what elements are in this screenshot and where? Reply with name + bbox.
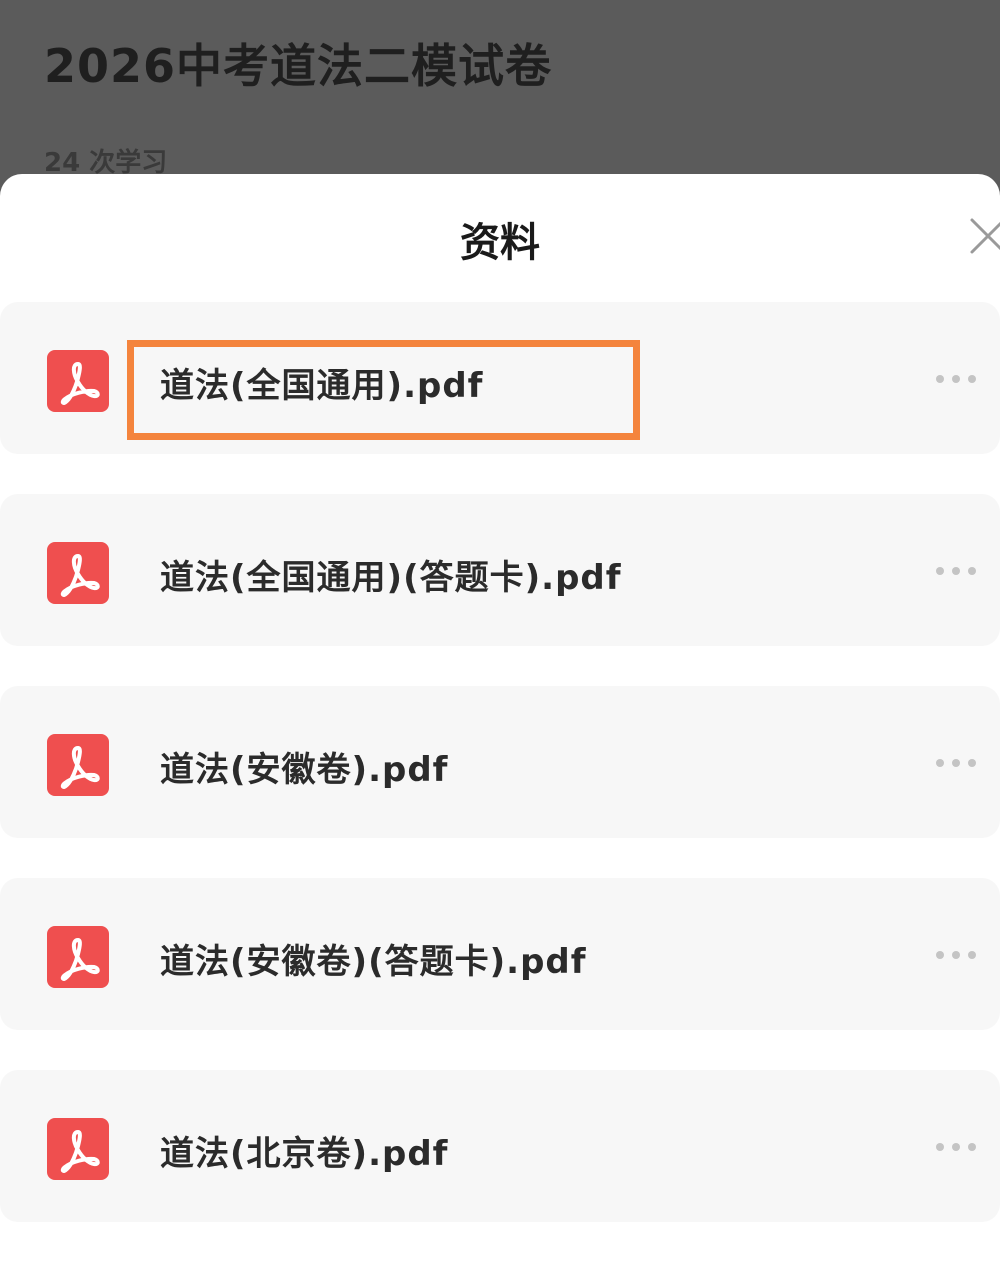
- pdf-icon: [47, 734, 109, 796]
- more-options-button[interactable]: [934, 1140, 978, 1154]
- pdf-icon: [47, 542, 109, 604]
- more-options-button[interactable]: [934, 564, 978, 578]
- file-name: 道法(安徽卷).pdf: [160, 750, 449, 790]
- close-button[interactable]: [966, 214, 1000, 258]
- background-page-header: 2026中考道法二模试卷 24 次学习: [0, 0, 1000, 200]
- file-item[interactable]: 道法(北京卷).pdf: [0, 1070, 1000, 1222]
- pdf-icon: [47, 1118, 109, 1180]
- more-options-button[interactable]: [934, 756, 978, 770]
- file-name: 道法(全国通用).pdf: [160, 366, 484, 406]
- file-item[interactable]: 道法(全国通用).pdf: [0, 302, 1000, 454]
- course-title: 2026中考道法二模试卷: [44, 39, 553, 93]
- file-item[interactable]: 道法(全国通用)(答题卡).pdf: [0, 494, 1000, 646]
- more-options-button[interactable]: [934, 948, 978, 962]
- pdf-icon: [47, 926, 109, 988]
- file-item[interactable]: 道法(安徽卷).pdf: [0, 686, 1000, 838]
- more-options-button[interactable]: [934, 372, 978, 386]
- sheet-title: 资料: [460, 220, 540, 266]
- file-item[interactable]: 道法(安徽卷)(答题卡).pdf: [0, 878, 1000, 1030]
- file-name: 道法(北京卷).pdf: [160, 1134, 449, 1174]
- close-icon: [970, 218, 1000, 254]
- pdf-icon: [47, 350, 109, 412]
- file-name: 道法(安徽卷)(答题卡).pdf: [160, 942, 587, 982]
- materials-bottom-sheet: 资料 道法(全国通用).pdf 道法(全国通用)(答题卡).pdf 道法(安徽卷…: [0, 174, 1000, 1280]
- file-name: 道法(全国通用)(答题卡).pdf: [160, 558, 622, 598]
